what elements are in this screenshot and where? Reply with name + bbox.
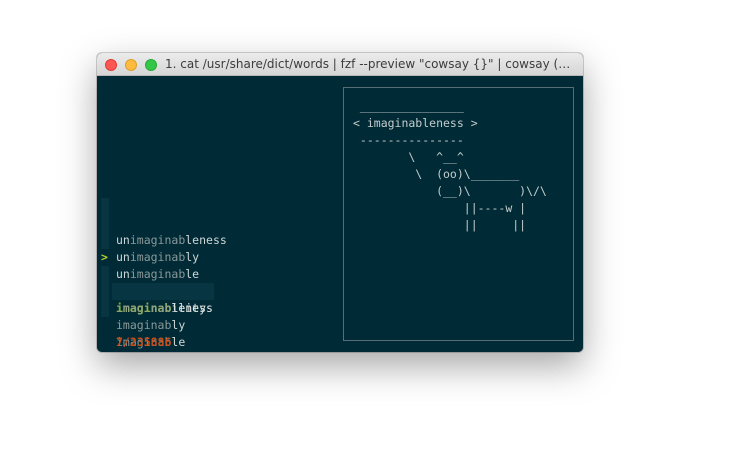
close-button[interactable] [105,59,117,71]
list-item[interactable]: unimaginably [97,215,337,264]
prompt-line[interactable]: > imaginab [97,333,337,352]
fzf-result-list: unimaginableness unimaginably unimaginab… [97,76,337,352]
zoom-button[interactable] [145,59,157,71]
selection-gutter [101,198,109,215]
selection-gutter [101,266,109,283]
list-item[interactable]: unimaginable [97,232,337,281]
selection-gutter [101,283,109,300]
prompt-marker: > [101,350,108,352]
title-bar[interactable]: 1. cat /usr/share/dict/words | fzf --pre… [97,53,583,76]
cowsay-output: _______________ < imaginableness > -----… [353,99,547,232]
preview-pane[interactable]: _______________ < imaginableness > -----… [343,87,574,341]
selection-marker: > [101,250,108,264]
selection-gutter [101,300,109,317]
list-item[interactable]: imaginable [97,300,337,349]
selection-gutter [101,232,109,249]
window-title: 1. cat /usr/share/dict/words | fzf --pre… [165,57,575,71]
list-item-selected[interactable]: > imaginableness [97,249,337,315]
match-count-row: 7/235886 [97,317,337,349]
minimize-button[interactable] [125,59,137,71]
selection-gutter [101,215,109,232]
list-item[interactable]: unimaginableness [97,198,337,247]
list-item[interactable]: imaginably [97,283,337,332]
terminal-window: 1. cat /usr/share/dict/words | fzf --pre… [97,53,583,352]
terminal-content[interactable]: unimaginableness unimaginably unimaginab… [97,76,583,352]
list-item[interactable]: imaginability [97,266,337,315]
